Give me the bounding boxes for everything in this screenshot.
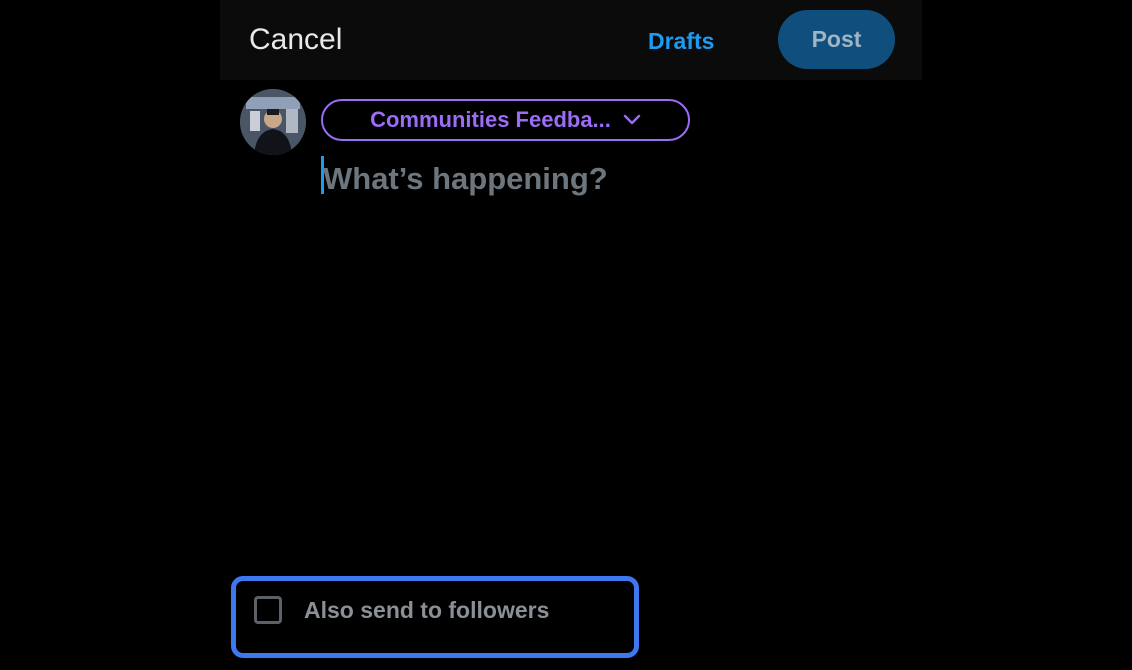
avatar-image xyxy=(240,89,306,155)
post-button[interactable]: Post xyxy=(778,10,895,69)
post-text-input[interactable] xyxy=(321,154,885,204)
drafts-button[interactable]: Drafts xyxy=(648,26,714,56)
audience-selector[interactable]: Communities Feedba... xyxy=(321,99,690,141)
avatar[interactable] xyxy=(240,89,306,155)
also-send-to-followers-option[interactable]: Also send to followers xyxy=(254,596,549,624)
checkbox-unchecked-icon[interactable] xyxy=(254,596,282,624)
screen: Cancel Drafts Post Communities Feedba... xyxy=(0,0,1132,670)
also-send-label: Also send to followers xyxy=(304,596,550,623)
compose-post-screen: Cancel Drafts Post Communities Feedba... xyxy=(220,0,922,670)
audience-label: Communities Feedba... xyxy=(370,107,611,132)
compose-header: Cancel Drafts Post xyxy=(220,0,922,80)
cancel-button[interactable]: Cancel xyxy=(249,22,342,58)
chevron-down-icon xyxy=(623,114,641,125)
